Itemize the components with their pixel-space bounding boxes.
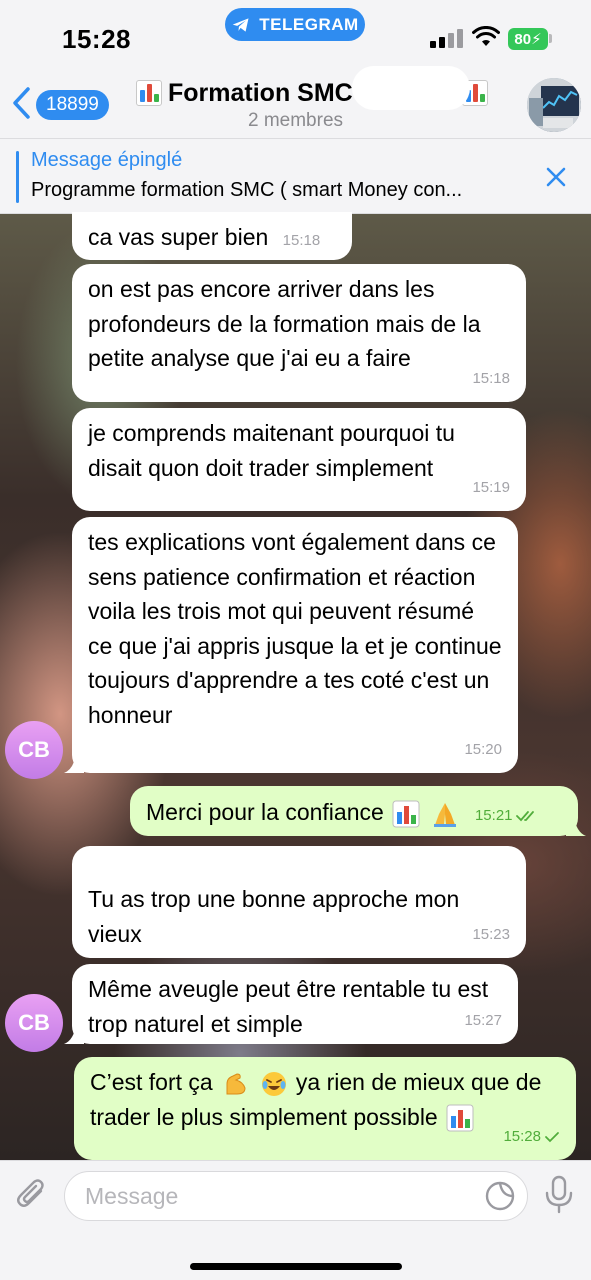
message-text: on est pas encore arriver dans les profo… (88, 276, 481, 371)
paperclip-icon[interactable] (14, 1177, 50, 1213)
signal-icon (430, 28, 464, 48)
message-text: Merci pour la confiance (146, 799, 384, 825)
message-text: Tu as trop une bonne approche mon vieux (88, 886, 460, 947)
status-bar: 15:28 TELEGRAM 80 ⚡ (0, 0, 591, 64)
message-bubble-incoming[interactable]: on est pas encore arriver dans les profo… (72, 264, 526, 402)
telegram-label: TELEGRAM (259, 14, 359, 34)
message-text: Même aveugle peut être rentable tu est t… (88, 976, 489, 1037)
redacted-area (352, 66, 470, 110)
chart-emoji-icon (446, 1104, 474, 1132)
battery-icon: 80 ⚡ (508, 28, 548, 50)
bubble-tail (64, 753, 84, 773)
message-input[interactable]: Message (64, 1171, 528, 1221)
message-text: tes explications vont également dans ce … (88, 529, 502, 728)
message-input-placeholder: Message (85, 1182, 179, 1209)
message-time: 15:18 (282, 232, 321, 249)
chat-title-text: Formation SMC (168, 78, 353, 107)
battery-tip (549, 34, 552, 43)
message-text: ca vas super bien (88, 224, 269, 250)
pinned-indicator (16, 151, 19, 203)
chart-emoji-icon (136, 80, 162, 106)
message-bubble-incoming[interactable]: tes explications vont également dans ce … (64, 517, 518, 773)
message-time: 15:21 (475, 799, 538, 834)
chat-subtitle: 2 membres (247, 110, 344, 131)
message-bubble-incoming[interactable]: Même aveugle peut être rentable tu est t… (64, 964, 518, 1044)
pinned-text: Programme formation SMC ( smart Money co… (31, 179, 463, 201)
battery-level: 80 (514, 30, 532, 48)
message-time: 15:23 (472, 925, 510, 943)
pinned-title: Message épinglé (31, 149, 183, 171)
message-time: 15:28 (503, 1120, 560, 1155)
pray-emoji-icon (431, 800, 459, 828)
chat-header: 18899 Formation SMC 2 membres (0, 64, 591, 138)
message-bubble-incoming[interactable]: je comprends maitenant pourquoi tu disai… (72, 408, 526, 511)
home-indicator (190, 1263, 402, 1270)
message-bubble-outgoing[interactable]: Merci pour la confiance 15:21 (130, 786, 586, 836)
telegram-return-pill[interactable]: TELEGRAM (225, 8, 365, 41)
redacted-area (86, 850, 264, 880)
chart-emoji-icon (392, 800, 420, 828)
laugh-emoji-icon (260, 1070, 288, 1098)
status-time: 15:28 (62, 24, 131, 54)
pinned-message-bar[interactable]: Message épinglé Programme formation SMC … (0, 138, 591, 214)
wifi-icon (472, 26, 500, 46)
message-time: 15:20 (464, 740, 502, 758)
group-avatar[interactable] (527, 78, 581, 132)
message-time: 15:27 (464, 1011, 502, 1029)
message-composer: Message (0, 1160, 591, 1280)
message-bubble-incoming[interactable]: ca vas super bien 15:18 (72, 212, 352, 260)
double-check-icon (515, 811, 534, 822)
avatar[interactable]: CB (5, 721, 63, 779)
message-text: je comprends maitenant pourquoi tu disai… (88, 420, 455, 481)
telegram-icon (232, 17, 249, 32)
check-icon (545, 1131, 559, 1143)
bubble-tail (566, 816, 586, 836)
bubble-tail (64, 1024, 84, 1044)
microphone-icon[interactable] (542, 1175, 576, 1215)
sticker-icon[interactable] (484, 1180, 516, 1212)
message-time: 15:18 (472, 369, 510, 387)
avatar[interactable]: CB (5, 994, 63, 1052)
message-time: 15:19 (472, 478, 510, 496)
muscle-emoji-icon (221, 1070, 249, 1098)
close-icon[interactable] (544, 165, 568, 189)
message-text: C’est fort ça (90, 1069, 213, 1095)
message-bubble-outgoing[interactable]: C’est fort ça ya rien de mieux que de tr… (74, 1057, 576, 1160)
